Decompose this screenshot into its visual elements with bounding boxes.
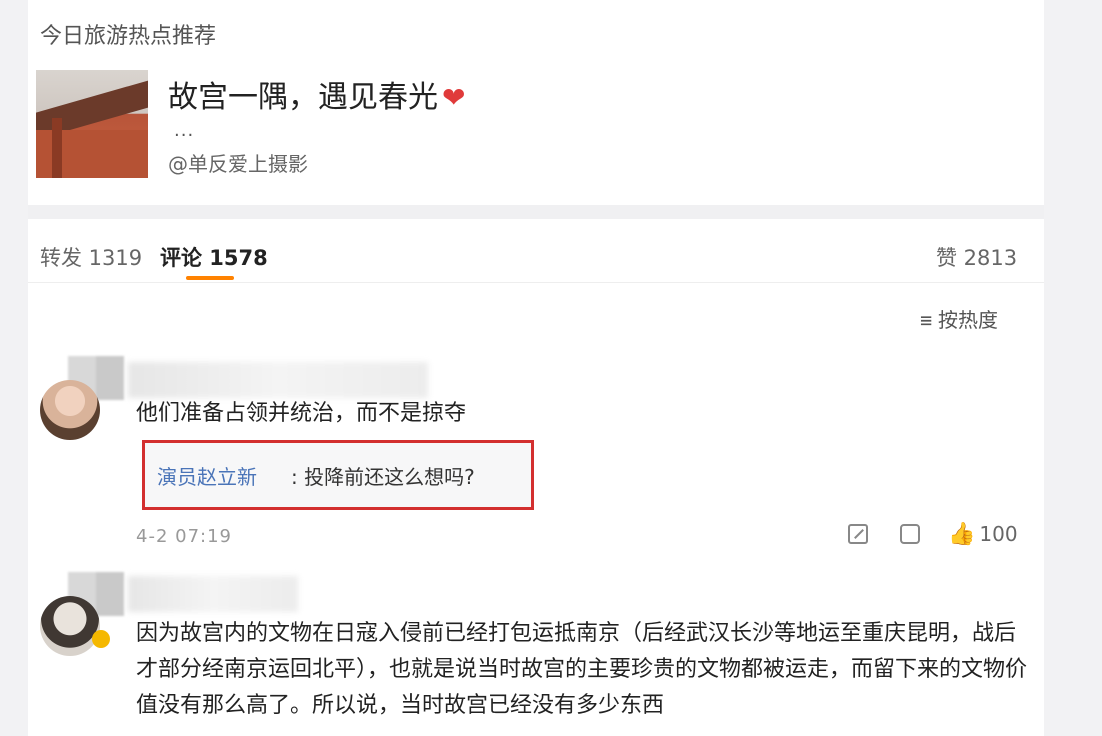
active-tab-indicator bbox=[186, 276, 234, 280]
sort-by-hot-button[interactable]: ≡ 按热度 bbox=[920, 304, 998, 333]
thumbnail-pillar bbox=[52, 118, 62, 178]
weibo-post-page: 今日旅游热点推荐 故宫一隅，遇见春光 ❤ ... @单反爱上摄影 转发 1319 … bbox=[28, 0, 1044, 736]
comment-timestamp: 4-2 07:19 bbox=[136, 526, 232, 547]
section-title: 今日旅游热点推荐 bbox=[40, 24, 217, 49]
tab-likes[interactable]: 赞 2813 bbox=[936, 242, 1017, 272]
comment-icon[interactable] bbox=[900, 524, 920, 544]
post-tabs: 转发 1319 评论 1578 赞 2813 bbox=[28, 228, 1044, 283]
blurred-username bbox=[128, 576, 298, 612]
comment-text: 他们准备占领并统治，而不是掠夺 bbox=[136, 401, 467, 426]
post-ellipsis: ... bbox=[174, 120, 195, 141]
comment-text: 因为故宫内的文物在日寇入侵前已经打包运抵南京（后经武汉长沙等地运至重庆昆明，战后… bbox=[136, 621, 1028, 718]
like-button[interactable]: 👍 100 bbox=[948, 522, 1018, 547]
comment-item: 他们准备占领并统治，而不是掠夺 演员赵立新 : 投降前还这么想吗? 4-2 07… bbox=[28, 356, 1044, 566]
comment-item: 因为故宫内的文物在日寇入侵前已经打包运抵南京（后经武汉长沙等地运至重庆昆明，战后… bbox=[28, 572, 1044, 736]
repost-icon[interactable] bbox=[848, 524, 868, 544]
section-divider bbox=[28, 205, 1044, 219]
verified-badge-icon bbox=[92, 630, 110, 648]
post-title-text: 故宫一隅，遇见春光 bbox=[168, 80, 438, 115]
post-title[interactable]: 故宫一隅，遇见春光 ❤ bbox=[168, 72, 465, 116]
like-count: 100 bbox=[979, 522, 1018, 546]
tab-comments[interactable]: 评论 1578 bbox=[160, 242, 268, 272]
thumbs-up-icon: 👍 bbox=[948, 522, 976, 547]
avatar[interactable] bbox=[40, 596, 100, 656]
avatar[interactable] bbox=[40, 380, 100, 440]
sort-icon: ≡ bbox=[920, 308, 933, 332]
post-author[interactable]: @单反爱上摄影 bbox=[168, 148, 308, 177]
post-thumbnail[interactable] bbox=[36, 70, 148, 178]
blurred-username bbox=[128, 362, 428, 398]
post-card[interactable]: 故宫一隅，遇见春光 ❤ ... @单反爱上摄影 bbox=[36, 70, 476, 182]
reply-text: : 投降前还这么想吗? bbox=[291, 465, 475, 489]
tab-repost[interactable]: 转发 1319 bbox=[40, 242, 142, 272]
heart-icon: ❤ bbox=[442, 81, 466, 114]
reply-username[interactable]: 演员赵立新 bbox=[157, 461, 257, 490]
comment-actions: 👍 100 bbox=[848, 522, 1028, 550]
sort-label: 按热度 bbox=[938, 308, 999, 332]
highlighted-reply[interactable]: 演员赵立新 : 投降前还这么想吗? bbox=[142, 440, 534, 510]
